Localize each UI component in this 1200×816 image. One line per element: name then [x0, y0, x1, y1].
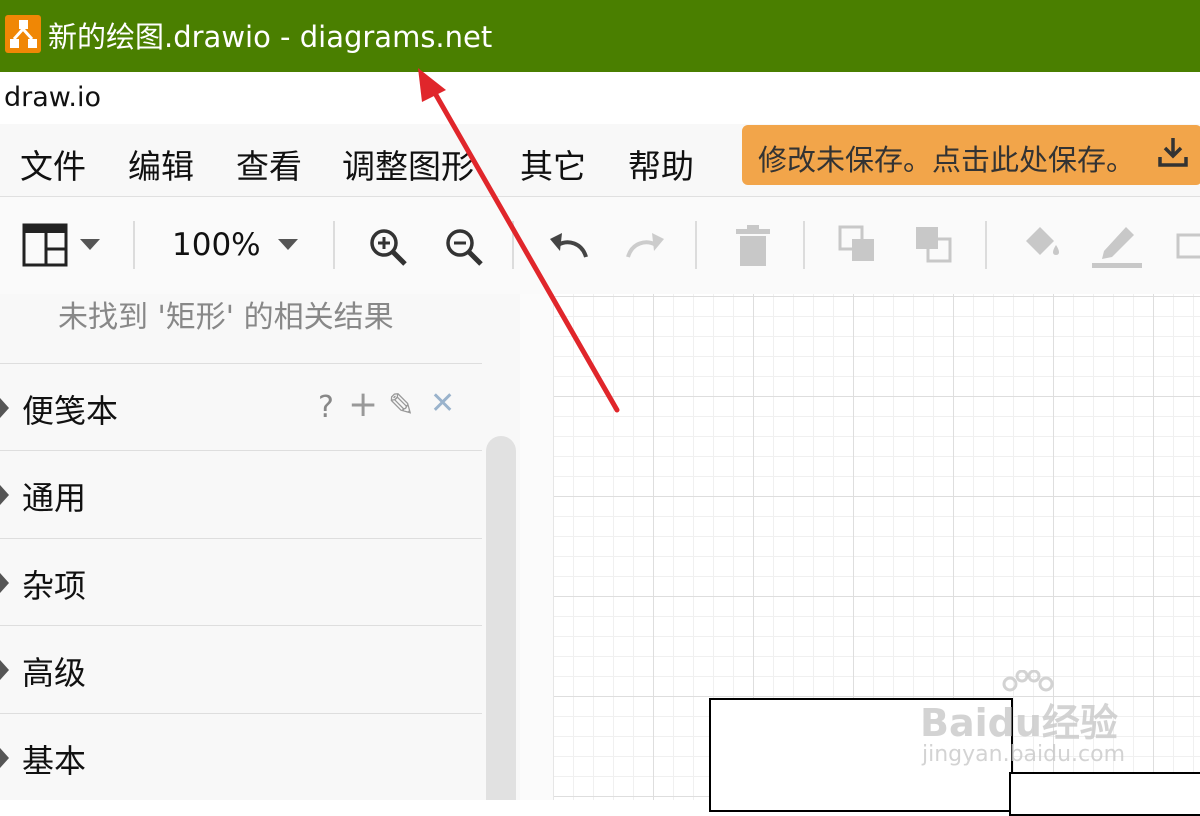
- caret-right-icon: [0, 748, 9, 768]
- delete-icon[interactable]: [734, 225, 772, 267]
- menu-edit[interactable]: 编辑: [128, 140, 194, 188]
- watermark-url: jingyan.baidu.com: [922, 742, 1126, 767]
- scratchpad-add-icon[interactable]: +: [348, 384, 378, 425]
- to-front-icon[interactable]: [838, 225, 880, 265]
- url-bar: draw.io: [0, 72, 1200, 124]
- menu-help[interactable]: 帮助: [628, 140, 694, 188]
- caret-right-icon: [0, 485, 9, 505]
- sidebar-section-label: 杂项: [22, 567, 87, 605]
- toolbar-divider: [512, 221, 514, 269]
- watermark-brand: Baidu经验: [920, 701, 1118, 745]
- sidebar-section-general[interactable]: 通用: [0, 450, 482, 537]
- sidebar-section-scratchpad[interactable]: 便笺本 ? + ✎ ✕: [0, 363, 482, 450]
- sidebar-section-label: 通用: [22, 479, 87, 517]
- site-url: draw.io: [4, 82, 101, 113]
- scratchpad-close-icon[interactable]: ✕: [430, 386, 455, 421]
- toolbar-divider: [985, 221, 987, 269]
- toolbar-divider: [695, 221, 697, 269]
- menu-extras[interactable]: 其它: [520, 140, 586, 188]
- download-icon: [1158, 138, 1188, 167]
- canvas-margin: [520, 294, 554, 800]
- title-bar: 新的绘图.drawio - diagrams.net: [0, 0, 1200, 72]
- caret-right-icon: [0, 660, 9, 680]
- to-back-icon[interactable]: [914, 225, 956, 265]
- zoom-dropdown-icon[interactable]: [278, 239, 298, 251]
- zoom-level[interactable]: 100%: [172, 227, 261, 263]
- chevron-down-icon[interactable]: [80, 239, 100, 251]
- toolbar: 100%: [0, 197, 1200, 295]
- scratchpad-help-icon[interactable]: ?: [318, 390, 334, 425]
- sidebar-section-basic[interactable]: 基本: [0, 713, 482, 800]
- sidebar-section-misc[interactable]: 杂项: [0, 538, 482, 625]
- search-no-result-text: 未找到 '矩形' 的相关结果: [58, 300, 394, 335]
- menu-arrange[interactable]: 调整图形: [342, 140, 474, 188]
- caret-right-icon: [0, 398, 9, 418]
- sidebar-section-label: 高级: [22, 654, 87, 692]
- fill-color-icon[interactable]: [1020, 223, 1064, 263]
- format-panel-icon[interactable]: [22, 223, 68, 267]
- undo-icon[interactable]: [548, 231, 590, 259]
- shadow-icon[interactable]: [1176, 233, 1200, 263]
- line-color-icon[interactable]: [1090, 221, 1144, 269]
- menu-file[interactable]: 文件: [20, 140, 86, 188]
- drawio-app-icon: [5, 15, 41, 53]
- caret-right-icon: [0, 573, 9, 593]
- unsaved-changes-button[interactable]: 修改未保存。点击此处保存。: [742, 125, 1200, 185]
- shapes-sidebar: 未找到 '矩形' 的相关结果 便笺本 ? + ✎ ✕ 通用 杂项 高级 基本: [0, 294, 520, 800]
- sidebar-scrollbar[interactable]: [486, 436, 516, 800]
- toolbar-divider: [333, 221, 335, 269]
- sidebar-section-advanced[interactable]: 高级: [0, 625, 482, 712]
- scratchpad-edit-icon[interactable]: ✎: [388, 386, 415, 424]
- sidebar-section-label: 便笺本: [22, 392, 119, 430]
- menu-view[interactable]: 查看: [236, 140, 302, 188]
- sidebar-section-label: 基本: [22, 742, 87, 780]
- window-title: 新的绘图.drawio - diagrams.net: [48, 20, 493, 54]
- toolbar-divider: [803, 221, 805, 269]
- baidu-watermark: Baidu经验 jingyan.baidu.com: [920, 670, 1150, 780]
- zoom-in-icon[interactable]: [368, 227, 408, 267]
- zoom-out-icon[interactable]: [444, 227, 484, 267]
- redo-icon[interactable]: [624, 231, 666, 259]
- save-banner-text: 修改未保存。点击此处保存。: [758, 143, 1136, 177]
- toolbar-divider: [133, 221, 135, 269]
